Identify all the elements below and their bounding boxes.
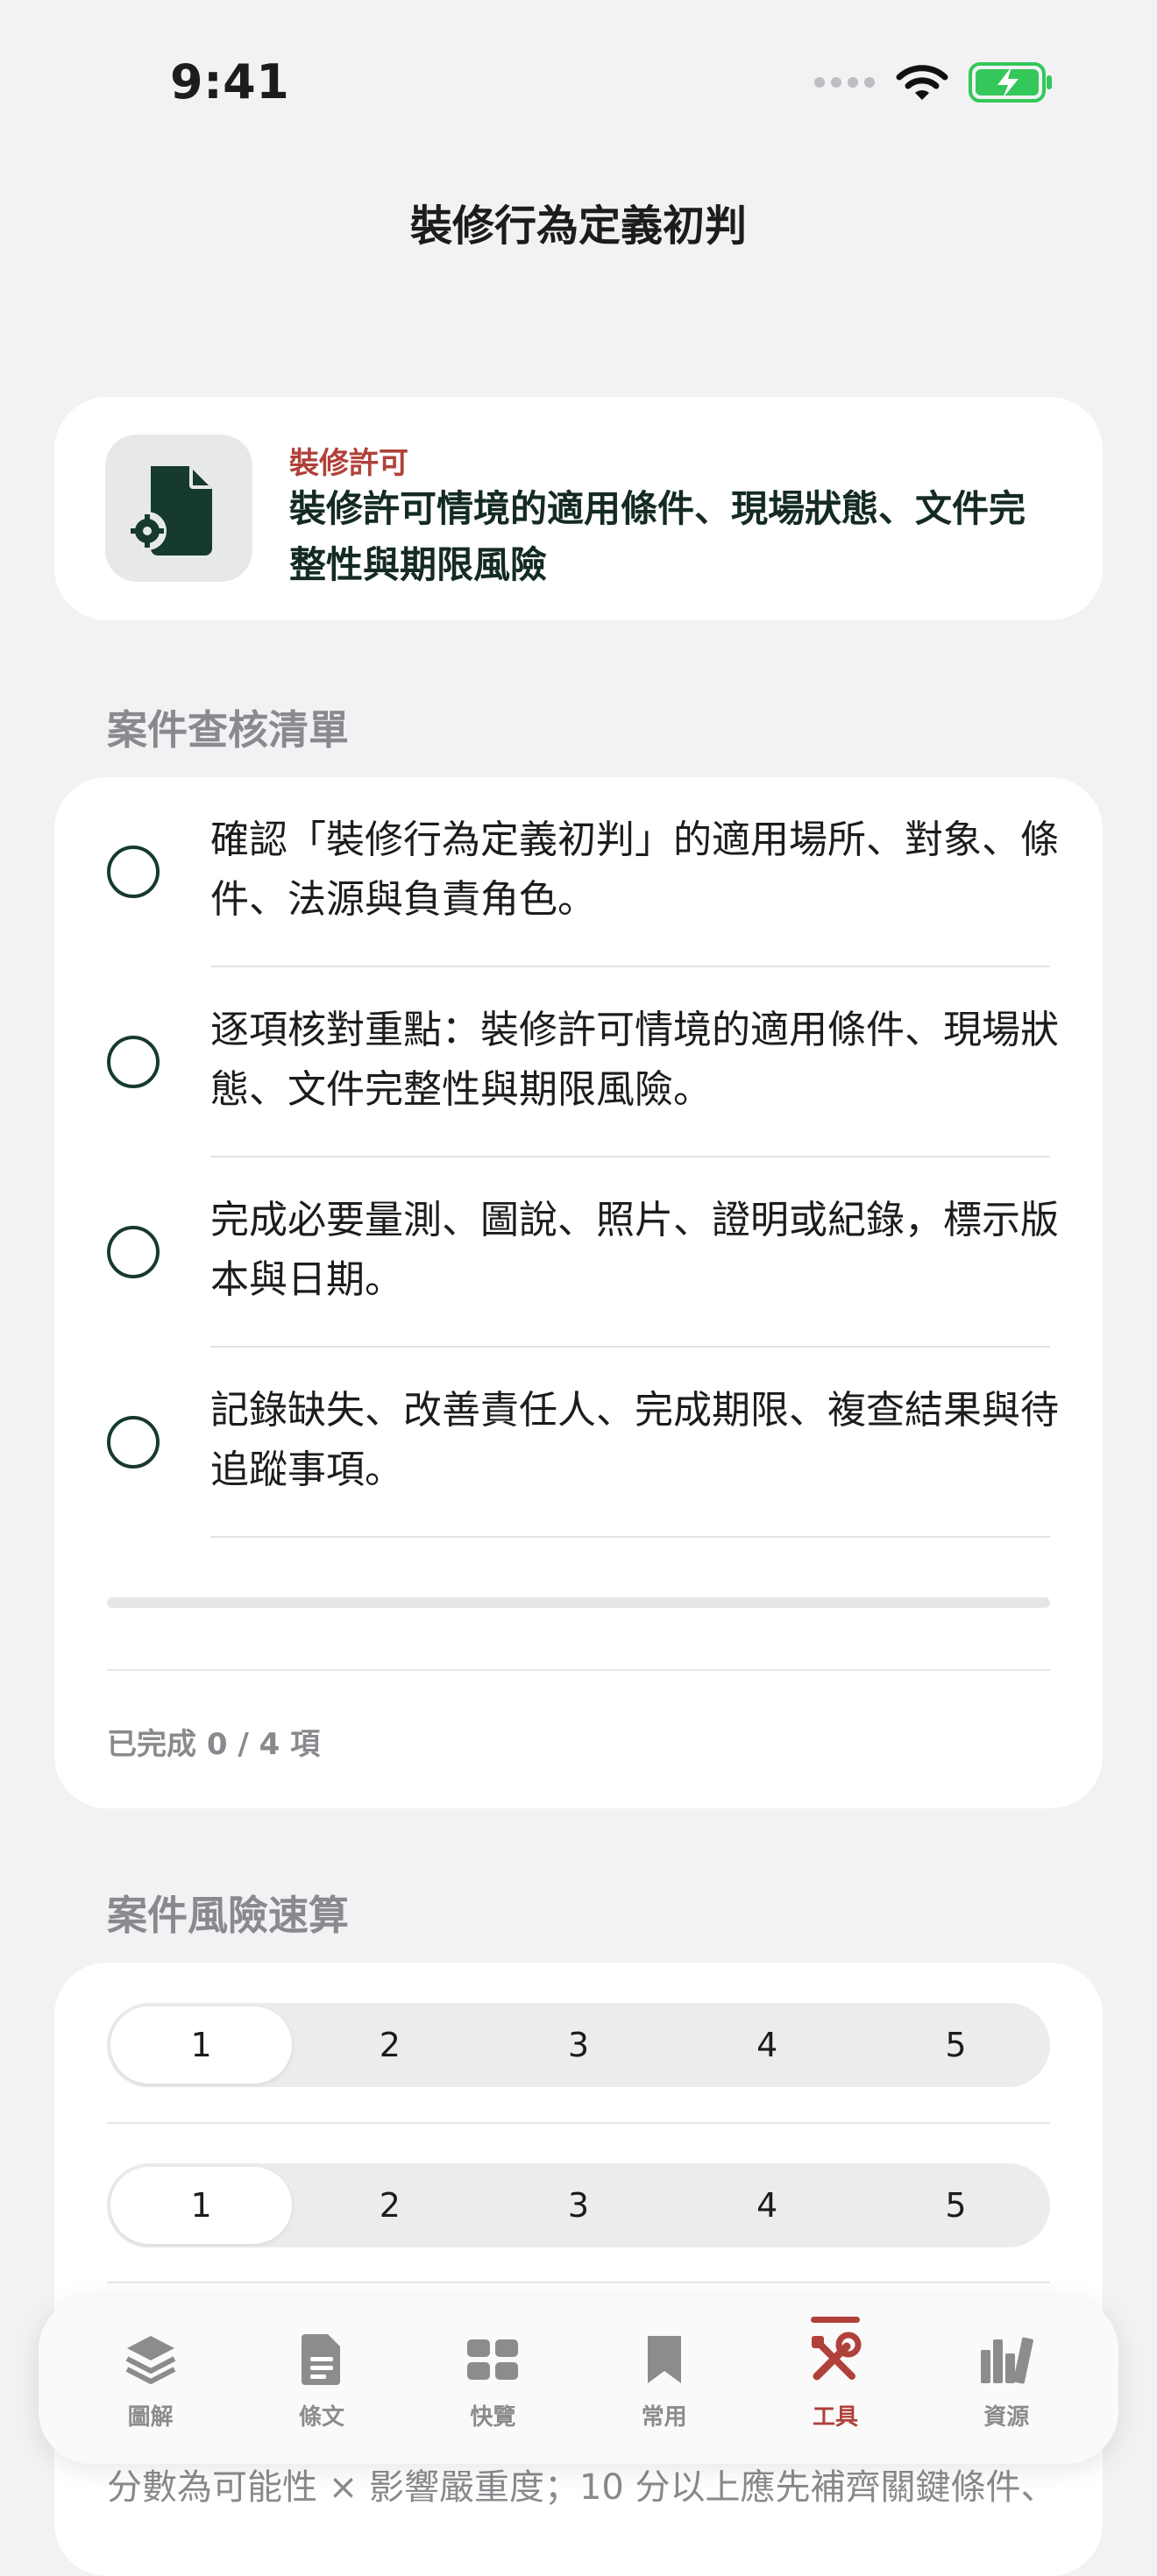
risk-section-title: 案件風險速算: [107, 1892, 349, 1939]
checkbox-circle-icon[interactable]: [107, 846, 160, 898]
document-icon: [301, 2333, 340, 2385]
severity-option-2[interactable]: 2: [299, 2167, 480, 2244]
severity-option-3[interactable]: 3: [487, 2167, 669, 2244]
checklist-item-text: 確認「裝修行為定義初判」的適用場所、對象、條件、法源與負責角色。: [210, 817, 1059, 922]
checklist-item-text: 逐項核對重點：裝修許可情境的適用條件、現場狀態、文件完整性與期限風險。: [210, 1008, 1059, 1112]
checklist-card: 確認「裝修行為定義初判」的適用場所、對象、條件、法源與負責角色。 逐項核對重點：…: [54, 777, 1103, 1808]
divider: [107, 1669, 1050, 1671]
page-title: 裝修行為定義初判: [409, 202, 747, 251]
bookmark-icon: [647, 2335, 681, 2383]
likelihood-option-4[interactable]: 4: [677, 2006, 858, 2084]
tab-label: 工具: [812, 2403, 858, 2431]
library-icon: [981, 2337, 1034, 2384]
tab-label: 圖解: [127, 2403, 174, 2431]
tab-tools[interactable]: 工具: [749, 2297, 920, 2464]
checklist-progress-text: 已完成 0 / 4 項: [107, 1727, 321, 1762]
checklist-section-title: 案件查核清單: [107, 706, 349, 754]
severity-option-5[interactable]: 5: [865, 2167, 1047, 2244]
likelihood-option-1[interactable]: 1: [110, 2006, 293, 2084]
checkbox-circle-icon[interactable]: [107, 1416, 160, 1468]
checklist-item-text: 記錄缺失、改善責任人、完成期限、複查結果與待追蹤事項。: [210, 1388, 1059, 1492]
tab-resources[interactable]: 資源: [921, 2297, 1092, 2464]
checklist-item[interactable]: 確認「裝修行為定義初判」的適用場所、對象、條件、法源與負責角色。: [54, 777, 1103, 967]
checklist-progress-bar: [107, 1597, 1050, 1608]
tab-diagrams[interactable]: 圖解: [65, 2297, 236, 2464]
tab-overview[interactable]: 快覽: [408, 2297, 578, 2464]
document-gear-icon: [105, 435, 252, 582]
divider: [107, 2122, 1050, 2124]
divider: [210, 1536, 1050, 1538]
divider: [107, 2282, 1050, 2283]
tab-label: 快覽: [470, 2403, 516, 2431]
topic-title: 裝修許可情境的適用條件、現場狀態、文件完整性與期限風險: [289, 487, 1026, 586]
status-time: 9:41: [170, 54, 290, 110]
topic-kicker: 裝修許可: [289, 446, 408, 481]
risk-note: 分數為可能性 × 影響嚴重度；10 分以上應先補齊關鍵條件、: [107, 2467, 1056, 2508]
checklist-item[interactable]: 記錄缺失、改善責任人、完成期限、複查結果與待追蹤事項。: [54, 1348, 1103, 1538]
status-indicators: [813, 61, 1054, 103]
checkbox-circle-icon[interactable]: [107, 1036, 160, 1088]
tab-label: 常用: [641, 2403, 687, 2431]
likelihood-option-5[interactable]: 5: [865, 2006, 1047, 2084]
severity-option-4[interactable]: 4: [677, 2167, 858, 2244]
checklist-item-text: 完成必要量測、圖說、照片、證明或紀錄，標示版本與日期。: [210, 1198, 1059, 1302]
checklist-item[interactable]: 逐項核對重點：裝修許可情境的適用條件、現場狀態、文件完整性與期限風險。: [54, 967, 1103, 1157]
tab-favorites[interactable]: 常用: [578, 2297, 749, 2464]
likelihood-segmented-control[interactable]: 1 2 3 4 5: [107, 2003, 1050, 2087]
severity-segmented-control[interactable]: 1 2 3 4 5: [107, 2163, 1050, 2247]
battery-charging-icon: [969, 62, 1052, 103]
checkbox-circle-icon[interactable]: [107, 1226, 160, 1278]
active-tab-indicator: [810, 2317, 860, 2323]
tab-label: 資源: [983, 2403, 1030, 2431]
cellular-signal-icon: [814, 77, 875, 88]
likelihood-option-3[interactable]: 3: [487, 2006, 669, 2084]
grid-icon: [467, 2339, 519, 2380]
topic-card: 裝修許可 裝修許可情境的適用條件、現場狀態、文件完整性與期限風險: [54, 397, 1103, 620]
tab-label: 條文: [298, 2403, 344, 2431]
tools-icon: [811, 2332, 862, 2380]
severity-option-1[interactable]: 1: [110, 2167, 293, 2244]
checklist-item[interactable]: 完成必要量測、圖說、照片、證明或紀錄，標示版本與日期。: [54, 1157, 1103, 1348]
wifi-icon: [896, 65, 948, 100]
tab-articles[interactable]: 條文: [236, 2297, 407, 2464]
likelihood-option-2[interactable]: 2: [299, 2006, 480, 2084]
layers-icon: [125, 2335, 176, 2384]
tab-bar: 圖解 條文 快覽 常用 工具 資源: [39, 2297, 1118, 2464]
